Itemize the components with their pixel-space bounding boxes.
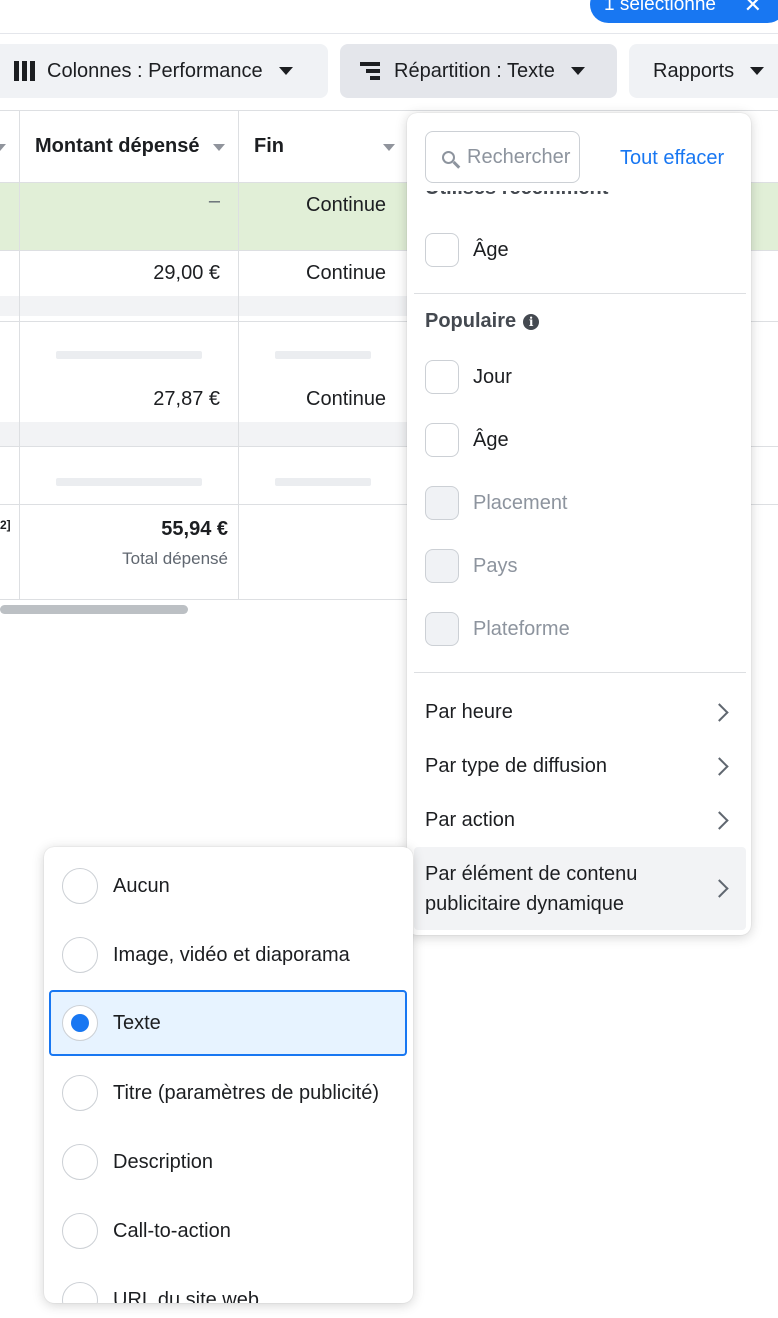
popular-heading: Populaire i <box>425 310 540 333</box>
checkbox-recent-age[interactable] <box>425 233 459 267</box>
checkbox-platform <box>425 612 459 646</box>
menu-item-by-dynamic-creative[interactable]: Par élément de contenu publicitaire dyna… <box>414 847 746 930</box>
radio-button[interactable] <box>62 1144 98 1180</box>
table-row-sub <box>0 422 410 446</box>
chevron-right-icon <box>710 810 729 830</box>
checkbox-label: Plateforme <box>473 618 570 640</box>
loading-placeholder <box>275 351 371 359</box>
info-icon[interactable]: i <box>523 313 540 330</box>
loading-placeholder <box>56 351 202 359</box>
chevron-right-icon <box>710 702 729 722</box>
search-input[interactable]: Rechercher <box>425 131 580 183</box>
radio-button[interactable] <box>62 1075 98 1111</box>
radio-option-text[interactable]: Texte <box>49 990 407 1056</box>
selection-pill[interactable]: 1 sélectionné ✕ <box>590 0 778 23</box>
sort-caret-icon[interactable] <box>0 144 6 151</box>
checkbox-label: Jour <box>473 366 512 388</box>
checkbox-label: Placement <box>473 492 568 514</box>
caret-down-icon <box>570 67 585 75</box>
checkbox-label: Âge <box>473 429 509 451</box>
radio-label: Description <box>113 1150 214 1173</box>
sort-caret-icon[interactable] <box>213 144 225 151</box>
radio-label: Image, vidéo et diaporama <box>113 943 350 966</box>
menu-item-by-action[interactable]: Par action <box>414 793 746 847</box>
footnote-marker: 2] <box>0 518 11 532</box>
breakdown-icon <box>360 62 380 80</box>
table-row-sub <box>0 296 410 316</box>
cell-amount: – <box>208 190 220 212</box>
menu-item-label: Par heure <box>425 700 513 723</box>
columns-button-label: Colonnes : Performance <box>47 59 263 82</box>
cell-amount: 29,00 € <box>153 262 220 284</box>
radio-button[interactable] <box>62 1213 98 1249</box>
reports-button[interactable]: Rapports <box>629 44 778 98</box>
radio-option-title[interactable]: Titre (paramètres de publicité) <box>49 1060 407 1126</box>
columns-button[interactable]: Colonnes : Performance <box>0 44 328 98</box>
radio-button[interactable] <box>62 868 98 904</box>
sort-caret-icon[interactable] <box>383 144 395 151</box>
menu-item-by-delivery-type[interactable]: Par type de diffusion <box>414 739 746 793</box>
menu-item-label-line: Par élément de contenu <box>425 862 638 885</box>
cell-end: Continue <box>306 194 387 216</box>
reports-button-label: Rapports <box>653 59 735 82</box>
total-amount: 55,94 € <box>161 518 228 540</box>
checkbox-label: Pays <box>473 555 518 577</box>
menu-item-label: Par élément de contenu publicitaire dyna… <box>425 859 637 919</box>
chevron-right-icon <box>710 756 729 776</box>
caret-down-icon <box>750 67 765 75</box>
loading-placeholder <box>275 478 371 486</box>
cell-end: Continue <box>306 262 387 284</box>
header-end[interactable]: Fin <box>254 135 284 158</box>
radio-button-selected[interactable] <box>62 1005 98 1041</box>
breakdown-button[interactable]: Répartition : Texte <box>340 44 617 98</box>
checkbox-label: Âge <box>473 239 509 261</box>
popular-heading-label: Populaire <box>425 310 517 332</box>
radio-label: Titre (paramètres de publicité) <box>113 1081 380 1104</box>
menu-item-label-line: publicitaire dynamique <box>425 892 625 915</box>
radio-label: Call-to-action <box>113 1219 231 1242</box>
menu-item-label: Par type de diffusion <box>425 754 607 777</box>
menu-item-label: Par action <box>425 808 516 831</box>
close-icon[interactable]: ✕ <box>744 0 762 18</box>
menu-item-by-hour[interactable]: Par heure <box>414 685 746 739</box>
radio-option-none[interactable]: Aucun <box>49 853 407 919</box>
search-placeholder: Rechercher <box>467 145 571 168</box>
selection-count-label: 1 sélectionné <box>604 0 716 15</box>
radio-label: Texte <box>113 1011 161 1034</box>
columns-icon <box>14 61 35 81</box>
breakdown-dropdown: Rechercher Tout effacer Utilisés récemme… <box>407 113 751 935</box>
breakdown-button-label: Répartition : Texte <box>394 59 555 82</box>
cell-end: Continue <box>306 388 387 410</box>
radio-option-website-url[interactable]: URL du site web <box>49 1267 407 1303</box>
chevron-right-icon <box>710 879 729 898</box>
radio-label: URL du site web <box>113 1288 259 1304</box>
caret-down-icon <box>278 67 293 75</box>
horizontal-scrollbar[interactable] <box>0 605 188 614</box>
total-label: Total dépensé <box>122 549 228 568</box>
clear-all-link[interactable]: Tout effacer <box>620 147 724 170</box>
radio-option-call-to-action[interactable]: Call-to-action <box>49 1198 407 1264</box>
dynamic-creative-submenu: Aucun Image, vidéo et diaporama Texte Ti… <box>44 847 413 1303</box>
recent-heading: Utilisés récemment <box>425 191 608 200</box>
radio-option-description[interactable]: Description <box>49 1129 407 1195</box>
radio-label: Aucun <box>113 874 170 897</box>
header-amount-spent[interactable]: Montant dépensé <box>35 135 199 158</box>
checkbox-age[interactable] <box>425 423 459 457</box>
search-icon <box>442 150 455 164</box>
radio-button[interactable] <box>62 937 98 973</box>
checkbox-day[interactable] <box>425 360 459 394</box>
radio-option-image-video[interactable]: Image, vidéo et diaporama <box>49 922 407 988</box>
radio-button[interactable] <box>62 1282 98 1303</box>
recent-heading-clip: Utilisés récemment <box>407 191 751 205</box>
loading-placeholder <box>56 478 202 486</box>
cell-amount: 27,87 € <box>153 388 220 410</box>
checkbox-placement <box>425 486 459 520</box>
checkbox-country <box>425 549 459 583</box>
